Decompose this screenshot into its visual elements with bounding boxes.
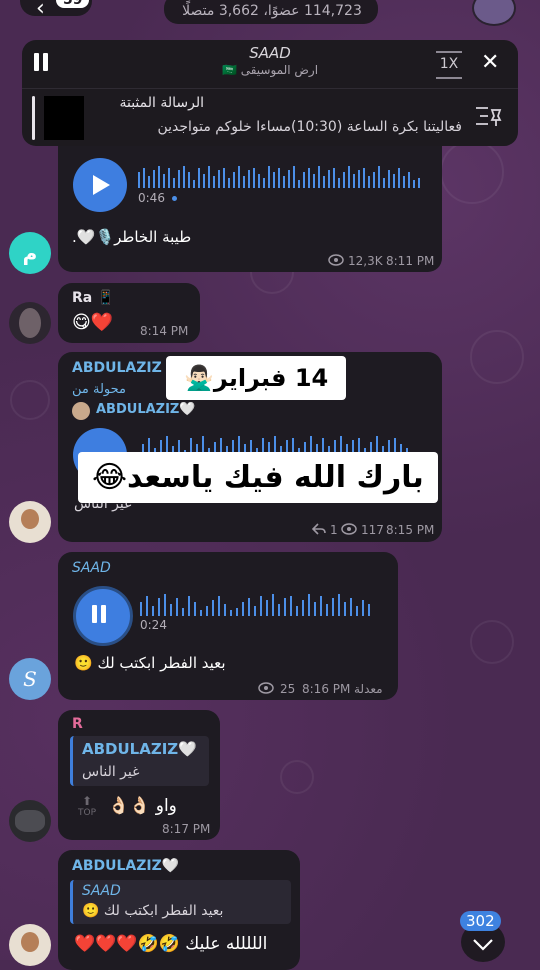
view-count: 12,3K [348, 254, 383, 268]
chevron-left-icon: ‹ [36, 0, 45, 21]
unread-badge: 59 [56, 0, 90, 8]
quote-name: ABDULAZIZ🤍 [82, 740, 197, 758]
message-text: 😋❤️ [72, 312, 114, 333]
pinned-title[interactable]: الرسالة المثبتة [96, 95, 204, 111]
eye-icon [341, 523, 357, 535]
message-time: 8:14 PM [140, 324, 189, 338]
avatar[interactable] [9, 302, 51, 344]
message-time: 8:15 PM [386, 523, 435, 537]
avatar-letter: م [22, 241, 38, 265]
pause-icon[interactable] [34, 53, 50, 71]
player-subtitle: ارض الموسيقى 🇸🇦 [221, 63, 319, 77]
quote-text: بعيد الفطر ابكتب لك 🙂 [82, 903, 224, 919]
chat-header: ‹ 59 114,723 عضوًا، 3,662 متصلًا [0, 0, 540, 30]
close-icon[interactable]: ✕ [481, 50, 499, 75]
avatar-letter: S [23, 667, 37, 691]
message-text: اللللله عليك 🤣🤣❤️❤️❤️ [74, 934, 268, 954]
quote-name: SAAD [82, 883, 121, 899]
voice-waveform[interactable] [138, 164, 428, 188]
speed-button[interactable]: 1X [436, 51, 462, 79]
eye-icon [328, 254, 344, 266]
edited-label: معدلة [354, 682, 383, 696]
avatar[interactable]: م [9, 232, 51, 274]
sender-name[interactable]: ABDULAZIZ🤍 [72, 858, 179, 874]
pinned-thumbnail [44, 96, 84, 140]
play-icon [93, 175, 110, 195]
view-count: 25 [280, 682, 296, 696]
forward-label: محولة من [72, 382, 126, 397]
message-time: 8:11 PM [386, 254, 435, 268]
avatar[interactable] [9, 501, 51, 543]
top-arrow-icon: ⬆ [82, 794, 93, 808]
message-text: بعيد الفطر ابكتب لك 🙂 [74, 654, 226, 672]
avatar[interactable]: S [9, 658, 51, 700]
voice-waveform[interactable] [140, 592, 380, 616]
unplayed-dot [172, 196, 177, 201]
voice-duration: 0:24 [140, 618, 167, 632]
top-label: TOP [78, 808, 97, 818]
members-count: 114,723 عضوًا، 3,662 متصلًا [182, 3, 362, 19]
message-time: 8:17 PM [162, 822, 211, 836]
message-text: واو 👌🏻👌🏻 [108, 796, 177, 816]
text-sticker: بارك الله فيك ياسعد😂 [78, 452, 438, 503]
reply-icon [312, 523, 326, 535]
eye-icon [258, 682, 274, 694]
message-time: 8:16 PM [302, 682, 351, 696]
avatar[interactable] [9, 800, 51, 842]
sender-name[interactable]: Ra 📱 [72, 290, 115, 306]
view-count: 117 [361, 523, 384, 537]
forward-from[interactable]: ABDULAZIZ🤍 [96, 402, 196, 417]
player-title[interactable]: SAAD [150, 44, 390, 62]
voice-duration: 0:46 [138, 191, 165, 205]
sender-name[interactable]: ABDULAZIZ [72, 360, 162, 376]
date-sticker: 14 فبراير🙅🏻‍♂️ [166, 356, 347, 400]
chevron-down-icon [473, 939, 493, 951]
divider [22, 88, 518, 89]
group-avatar[interactable] [472, 0, 516, 26]
pause-icon [92, 605, 108, 623]
sender-name[interactable]: SAAD [72, 560, 111, 576]
quote-text: غير الناس [82, 764, 140, 780]
pinned-text[interactable]: فعاليتنا بكرة الساعة (10:30)مساءا خلوكم … [96, 119, 462, 135]
unread-counter: 302 [460, 911, 501, 931]
reply-count: 1 [330, 523, 338, 537]
pin-list-icon[interactable] [472, 104, 504, 128]
sender-name[interactable]: R [72, 716, 83, 732]
pinned-indicator [32, 96, 35, 140]
message-text: طيبة الخاطر🎙️🤍. [72, 228, 192, 246]
forward-avatar [72, 402, 90, 420]
